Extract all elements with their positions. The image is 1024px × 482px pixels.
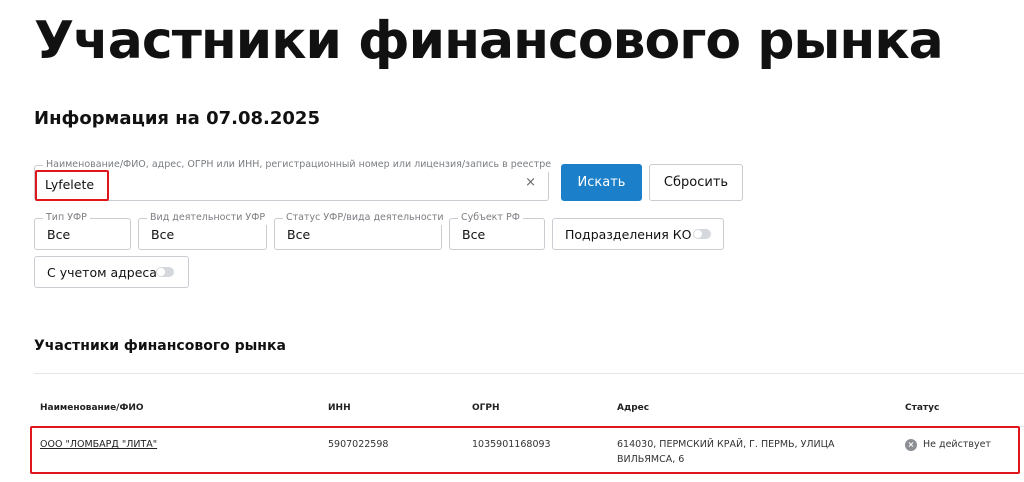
search-field-legend: Наименование/ФИО, адрес, ОГРН или ИНН, р…	[43, 158, 555, 172]
table-header-divider	[34, 426, 1024, 427]
info-date-heading: Информация на 07.08.2025	[34, 108, 320, 129]
column-header-address[interactable]: Адрес	[617, 402, 649, 414]
search-field[interactable]: Наименование/ФИО, адрес, ОГРН или ИНН, р…	[34, 158, 555, 201]
region-select[interactable]: Субъект РФ Все	[449, 211, 545, 250]
ufr-type-legend: Тип УФР	[43, 211, 90, 225]
region-legend: Субъект РФ	[458, 211, 523, 225]
row-ogrn-cell: 1035901168093	[472, 439, 551, 450]
with-address-toggle-field[interactable]: С учетом адреса	[34, 256, 189, 288]
column-header-name[interactable]: Наименование/ФИО	[40, 402, 144, 414]
status-legend: Статус УФР/вида деятельности	[283, 211, 447, 225]
region-value: Все	[462, 227, 486, 242]
activity-type-value: Все	[151, 227, 175, 242]
clear-icon[interactable]: ×	[525, 175, 536, 191]
activity-type-select[interactable]: Вид деятельности УФР Все	[138, 211, 269, 250]
row-address-line-2: ВИЛЬЯМСА, 6	[617, 454, 685, 465]
search-button[interactable]: Искать	[561, 164, 642, 201]
with-address-label: С учетом адреса	[47, 264, 157, 280]
ufr-type-select[interactable]: Тип УФР Все	[34, 211, 131, 250]
section-divider	[34, 373, 1024, 374]
ko-divisions-toggle[interactable]	[693, 229, 711, 239]
ko-divisions-toggle-field[interactable]: Подразделения КО	[552, 218, 724, 250]
status-value: Все	[287, 227, 311, 242]
search-input[interactable]	[45, 175, 515, 193]
row-status-cell: Не действует	[923, 439, 991, 450]
page-title: Участники финансового рынка	[34, 11, 944, 71]
row-name-cell[interactable]: ООО "ЛОМБАРД "ЛИТА"	[40, 437, 157, 453]
row-inn-cell: 5907022598	[328, 439, 389, 450]
row-address-line-1: 614030, ПЕРМСКИЙ КРАЙ, Г. ПЕРМЬ, УЛИЦА	[617, 439, 835, 450]
column-header-status[interactable]: Статус	[905, 402, 939, 414]
column-header-ogrn[interactable]: ОГРН	[472, 402, 500, 414]
ko-divisions-label: Подразделения КО	[565, 226, 692, 242]
table-row[interactable]: ООО "ЛОМБАРД "ЛИТА" 5907022598 103590116…	[34, 428, 1024, 474]
status-select[interactable]: Статус УФР/вида деятельности Все	[274, 211, 447, 250]
reset-button[interactable]: Сбросить	[649, 164, 743, 201]
row-name-link[interactable]: ООО "ЛОМБАРД "ЛИТА"	[40, 439, 157, 450]
with-address-toggle[interactable]	[156, 267, 174, 277]
column-header-inn[interactable]: ИНН	[328, 402, 351, 414]
inactive-status-icon: ×	[905, 439, 917, 451]
ufr-type-value: Все	[47, 227, 71, 242]
activity-type-legend: Вид деятельности УФР	[147, 211, 269, 225]
results-section-title: Участники финансового рынка	[34, 338, 286, 354]
